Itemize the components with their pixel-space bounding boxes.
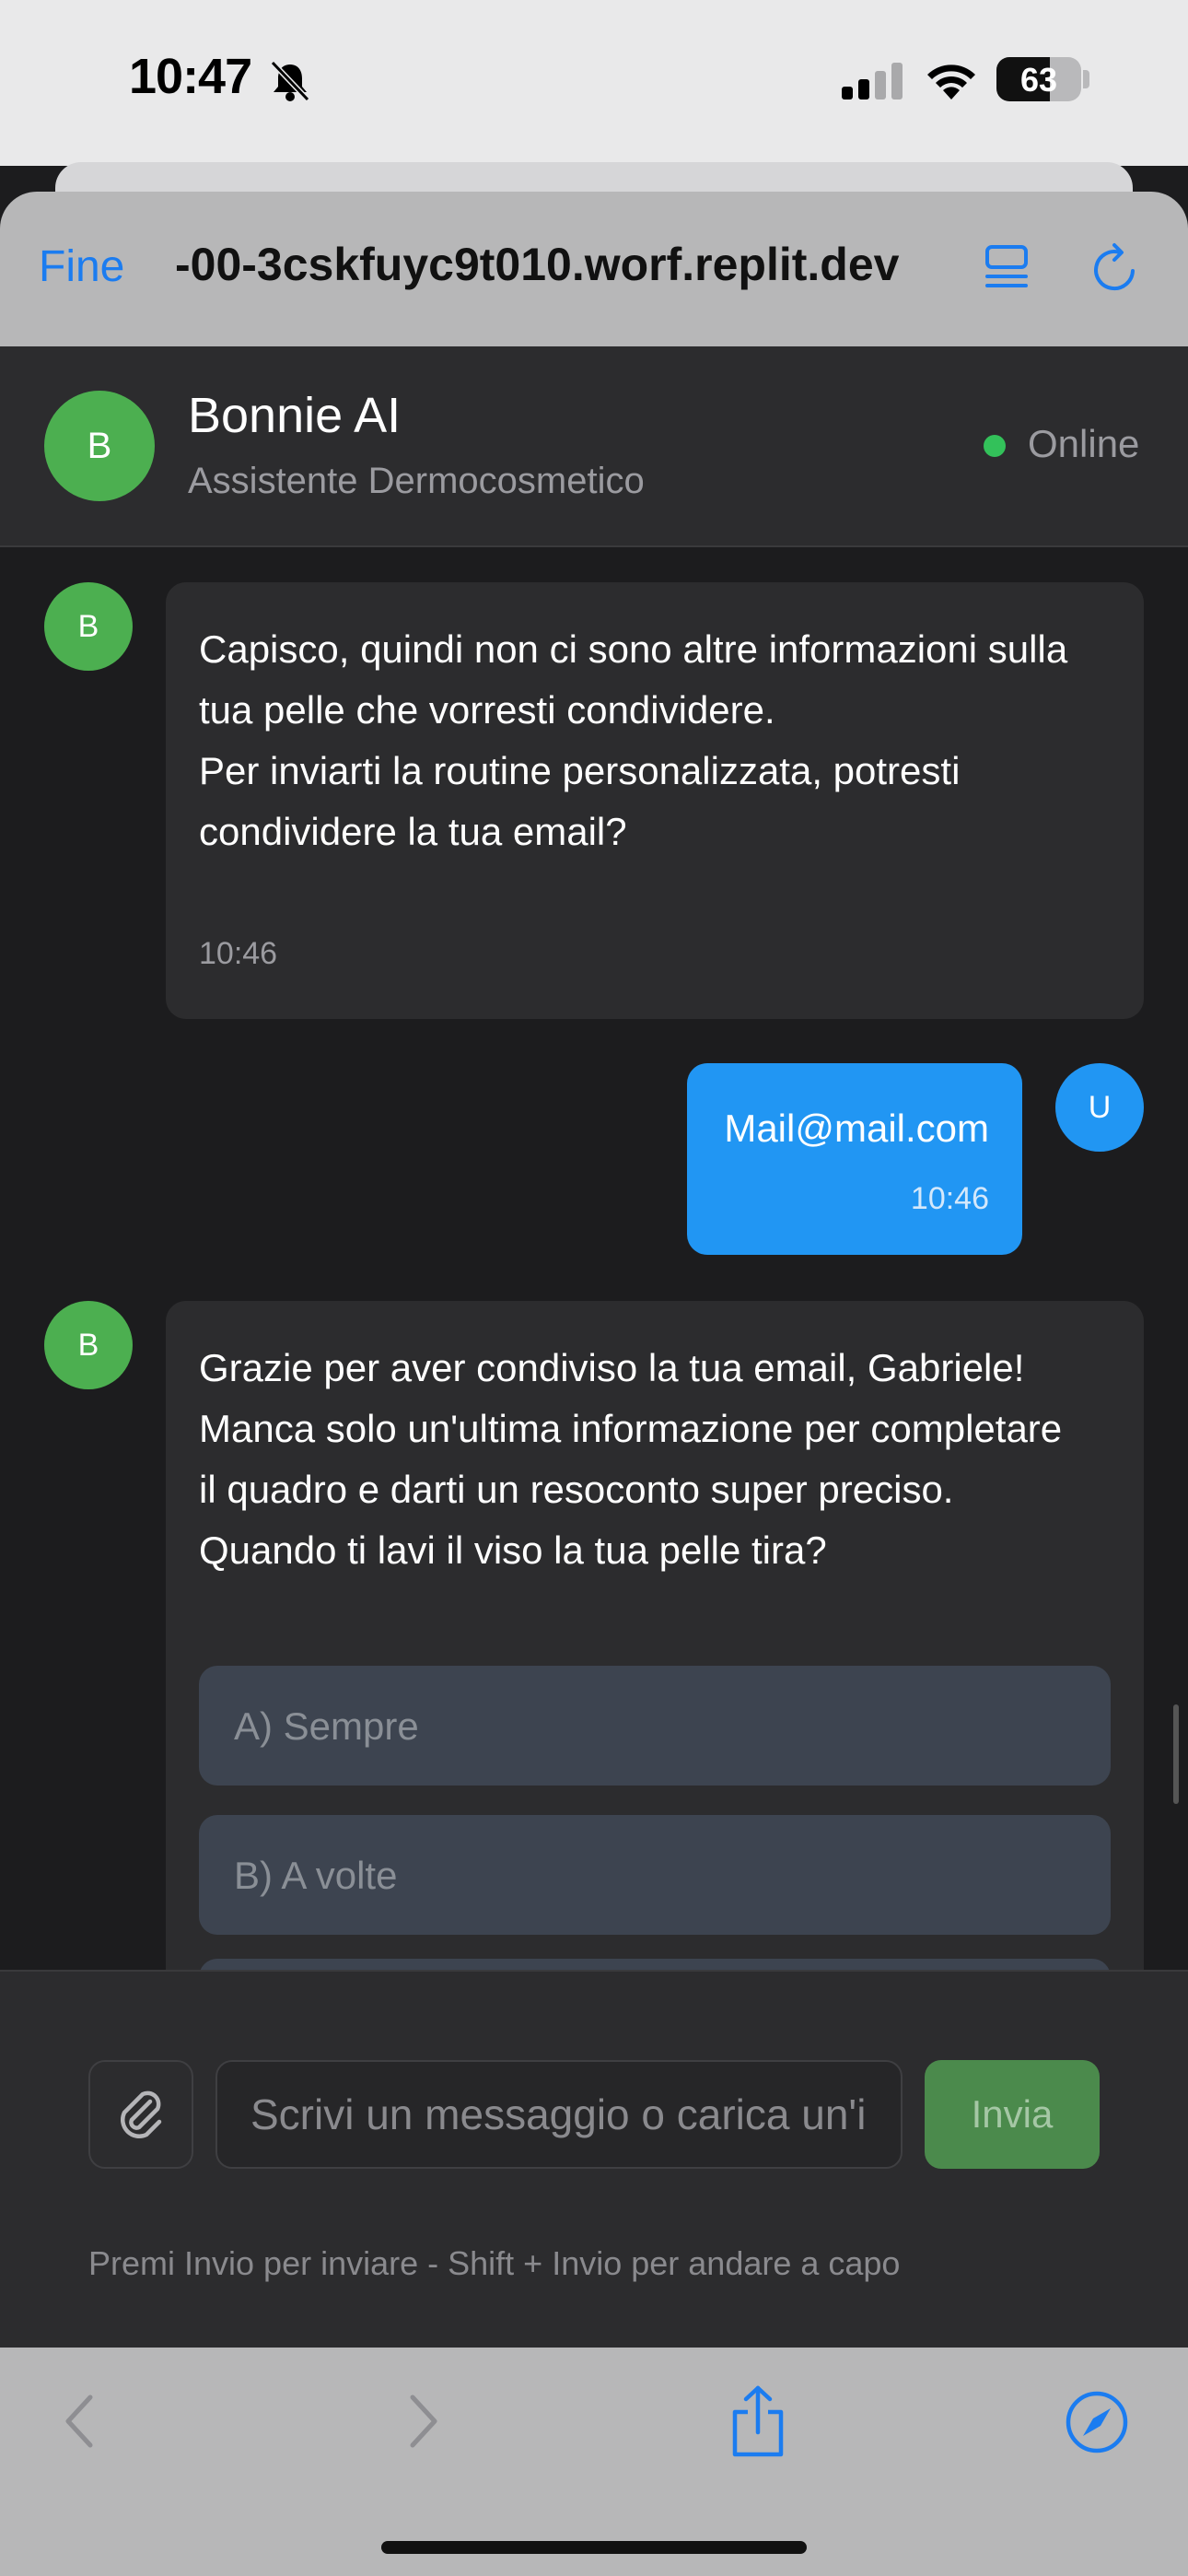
assistant-avatar: B [44, 391, 155, 501]
answer-option-a[interactable]: A) Sempre [199, 1666, 1111, 1786]
chevron-left-icon[interactable] [59, 2392, 99, 2451]
cellular-signal-icon [842, 63, 903, 100]
message-line: Capisco, quindi non ci sono altre inform… [199, 627, 1068, 671]
paperclip-icon [121, 2090, 162, 2138]
message-line: Manca solo un'ultima informazione per co… [199, 1407, 1063, 1450]
online-status-label: Online [1028, 422, 1140, 465]
assistant-subtitle: Assistente Dermocosmetico [188, 461, 645, 501]
message-paragraph: Capisco, quindi non ci sono altre inform… [199, 619, 1120, 741]
assistant-name: Bonnie AI [188, 388, 402, 443]
reader-mode-icon[interactable] [984, 243, 1030, 295]
bot-avatar: B [44, 1301, 133, 1389]
message-input[interactable] [215, 2060, 903, 2169]
bot-avatar: B [44, 582, 133, 671]
message-line: tua pelle che vorresti condividere. [199, 688, 775, 732]
message-text: Mail@mail.com [724, 1107, 989, 1150]
message-line: condividere la tua email? [199, 810, 627, 853]
url-field[interactable]: -00-3cskfuyc9t010.worf.replit.dev [175, 238, 939, 291]
composer-hint: Premi Invio per inviare - Shift + Invio … [88, 2244, 901, 2282]
message-line: Grazie per aver condiviso la tua email, … [199, 1346, 1025, 1389]
message-timestamp: 10:46 [199, 936, 278, 971]
battery-indicator: 63 [996, 57, 1081, 101]
user-message-bubble: Mail@mail.com 10:46 [687, 1063, 1022, 1255]
chat-header [0, 346, 1188, 547]
message-paragraph: Per inviarti la routine personalizzata, … [199, 741, 1120, 862]
scrollbar[interactable] [1173, 1704, 1179, 1804]
message-list[interactable]: B Capisco, quindi non ci sono altre info… [0, 547, 1188, 1971]
message-paragraph: Grazie per aver condiviso la tua email, … [199, 1338, 1120, 1520]
status-time: 10:47 [129, 49, 252, 104]
online-status-dot [984, 435, 1006, 457]
user-avatar: U [1055, 1063, 1144, 1152]
battery-cap [1083, 70, 1089, 88]
wifi-icon [927, 64, 975, 100]
share-icon[interactable] [729, 2384, 786, 2458]
attach-button[interactable] [88, 2060, 193, 2169]
answer-option-b[interactable]: B) A volte [199, 1815, 1111, 1935]
bell-slash-icon [270, 60, 310, 102]
chevron-right-icon[interactable] [403, 2392, 444, 2451]
message-line: Quando ti lavi il viso la tua pelle tira… [199, 1528, 827, 1572]
done-button[interactable]: Fine [39, 241, 124, 292]
home-indicator[interactable] [381, 2541, 807, 2554]
message-line: il quadro e darti un resoconto super pre… [199, 1468, 954, 1511]
message-timestamp: 10:46 [910, 1181, 989, 1216]
message-paragraph: Quando ti lavi il viso la tua pelle tira… [199, 1520, 1120, 1581]
bot-message-bubble: Capisco, quindi non ci sono altre inform… [166, 582, 1144, 1019]
send-button[interactable]: Invia [925, 2060, 1100, 2169]
compass-icon[interactable] [1065, 2390, 1129, 2454]
reload-icon[interactable] [1087, 241, 1142, 297]
battery-level-text: 63 [1019, 61, 1058, 99]
message-line: Per inviarti la routine personalizzata, … [199, 749, 961, 792]
